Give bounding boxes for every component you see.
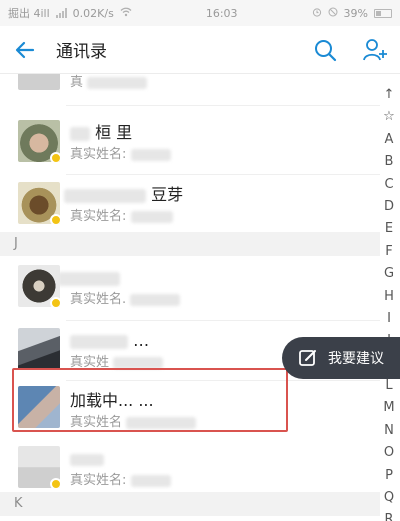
contact-row[interactable]: 真 (0, 74, 380, 100)
avatar (18, 446, 60, 488)
index-i[interactable]: I (378, 308, 400, 330)
network-speed: 0.02K/s (72, 6, 114, 20)
index-m[interactable]: M (378, 397, 400, 419)
suggestion-button[interactable]: 我要建议 (282, 337, 400, 379)
divider (66, 105, 380, 106)
status-left: 掘出 4ill 0.02K/s (8, 5, 132, 21)
edit-icon (299, 350, 316, 366)
wifi-icon (120, 7, 132, 20)
contact-sub-label: 真 (70, 74, 148, 92)
index-f[interactable]: F (378, 241, 400, 263)
avatar (18, 265, 60, 307)
section-header-k: K (0, 492, 380, 516)
contact-row[interactable]: 真实姓名: (0, 438, 380, 498)
contact-sub-label: 真实姓名: (70, 146, 171, 164)
index-q[interactable]: Q (378, 487, 400, 509)
status-time: 16:03 (205, 6, 238, 20)
index-top[interactable]: ↑ (378, 84, 400, 106)
search-button[interactable] (300, 26, 350, 74)
section-header-j: J (0, 232, 380, 256)
add-user-icon (363, 38, 387, 60)
alarm-icon (312, 7, 322, 20)
index-o[interactable]: O (378, 442, 400, 464)
contact-name (58, 267, 120, 289)
status-right: 39% (312, 7, 392, 20)
highlight-box (12, 368, 288, 432)
contact-name (70, 448, 104, 470)
index-b[interactable]: B (378, 151, 400, 173)
contact-sub-label: 真实姓名: (70, 208, 173, 226)
index-r[interactable]: R (378, 509, 400, 521)
index-h[interactable]: H (378, 286, 400, 308)
battery-percent: 39% (343, 6, 368, 20)
avatar (18, 120, 60, 162)
contact-row[interactable]: 豆芽 真实姓名: (0, 174, 380, 234)
index-e[interactable]: E (378, 218, 400, 240)
index-c[interactable]: C (378, 174, 400, 196)
vip-badge-icon (50, 297, 60, 307)
arrow-left-icon (15, 41, 35, 58)
alphabet-index-bar[interactable]: ↑ ☆ A B C D E F G H I J K L M N O P Q R (378, 84, 400, 521)
index-n[interactable]: N (378, 420, 400, 442)
avatar (18, 74, 60, 90)
vip-badge-icon (50, 152, 60, 162)
index-star[interactable]: ☆ (378, 106, 400, 128)
index-g[interactable]: G (378, 263, 400, 285)
page-title: 通讯录 (56, 42, 107, 62)
contact-sub-label: 真实姓名: (70, 472, 171, 490)
index-a[interactable]: A (378, 129, 400, 151)
contact-row[interactable]: 桓 里 真实姓名: (0, 112, 380, 172)
add-contact-button[interactable] (350, 26, 400, 74)
signal-icon (55, 8, 67, 18)
index-p[interactable]: P (378, 465, 400, 487)
contact-name: … (70, 330, 149, 352)
contact-row[interactable]: 真实姓名. (0, 257, 380, 317)
vip-badge-icon (50, 214, 60, 224)
contact-name: 豆芽 (64, 184, 183, 206)
nav-bar: 通讯录 (0, 26, 400, 74)
carrier-text: 掘出 4ill (8, 7, 50, 20)
battery-icon (373, 8, 392, 18)
avatar (18, 328, 60, 370)
do-not-disturb-icon (328, 7, 338, 20)
avatar (18, 182, 60, 224)
index-d[interactable]: D (378, 196, 400, 218)
contact-list[interactable]: 真 桓 里 真实姓名: 豆芽 真实姓名: J 真实姓名. … 真实姓 加载中..… (0, 74, 400, 521)
contact-name: 桓 里 (70, 122, 132, 144)
vip-badge-icon (50, 478, 60, 488)
status-bar: 掘出 4ill 0.02K/s 16:03 39% (0, 0, 400, 26)
search-icon (315, 39, 337, 61)
back-button[interactable] (0, 26, 50, 74)
contact-sub-label: 真实姓名. (70, 291, 181, 309)
suggestion-label: 我要建议 (328, 351, 384, 367)
